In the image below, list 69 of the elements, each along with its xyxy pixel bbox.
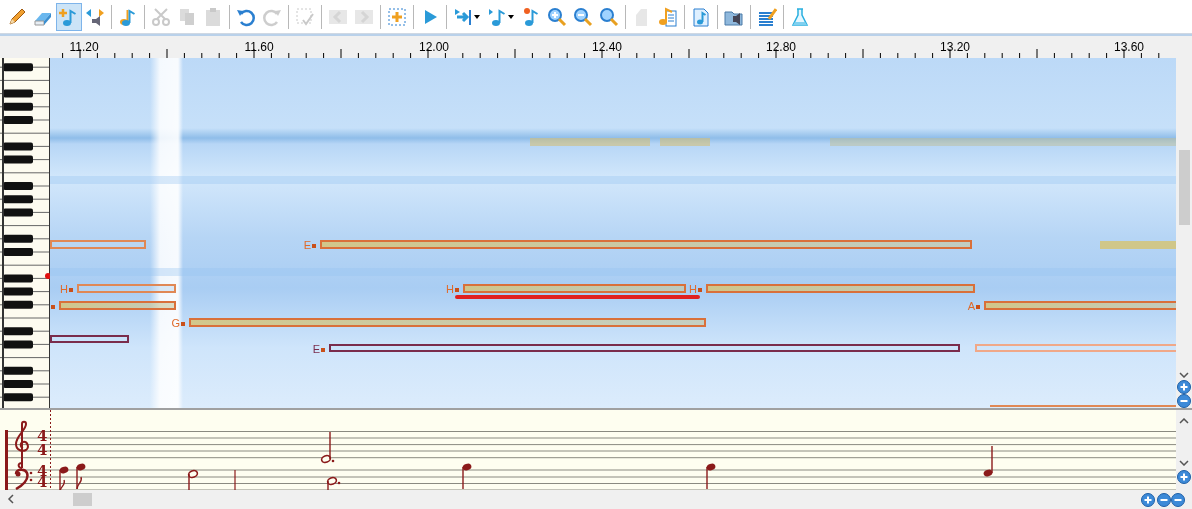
scroll-up-icon[interactable] (1179, 418, 1189, 424)
scissors-icon (151, 6, 171, 27)
note-marker (312, 244, 316, 248)
zoom-reset-icon[interactable] (1171, 493, 1185, 507)
add-note-icon (59, 6, 79, 27)
note-label: E (312, 343, 320, 355)
scroll-down-icon[interactable] (1179, 372, 1189, 378)
music-file-icon (691, 6, 711, 27)
zoom-fit-icon (599, 6, 619, 27)
note-symbol (983, 445, 993, 477)
time-label: 12.80 (766, 39, 796, 56)
zoom-in-icon[interactable] (1141, 493, 1155, 507)
time-label: 11.60 (244, 39, 274, 56)
add-note-button[interactable] (56, 2, 82, 31)
zoom-in-icon[interactable] (1177, 470, 1191, 484)
scroll-down-icon[interactable] (1179, 460, 1189, 466)
pencil-icon (7, 6, 27, 27)
note-document-icon (658, 6, 678, 27)
flask-icon (790, 6, 810, 27)
note-label: H (689, 283, 697, 295)
caret-icon (474, 14, 480, 19)
note-bar[interactable] (50, 335, 129, 343)
list-edit-icon (757, 6, 777, 27)
play-to-icon (454, 6, 474, 27)
time-label: 11.20 (69, 39, 99, 56)
note-symbol (59, 466, 69, 490)
note-marker (69, 288, 73, 292)
note-marker (51, 305, 55, 309)
note-play-icon (488, 6, 508, 27)
treble-clef-icon (15, 420, 29, 469)
note-symbol (320, 431, 335, 464)
note-symbol (76, 463, 86, 490)
note-label: A (967, 300, 975, 312)
bass-clef-icon (14, 468, 33, 490)
pitch-marker (45, 273, 50, 279)
note-label: H (446, 283, 454, 295)
scroll-left-icon[interactable] (7, 494, 15, 504)
note-bar[interactable] (329, 344, 960, 352)
note-label: H (60, 283, 68, 295)
note-marker (181, 322, 185, 326)
clipboard-icon (203, 6, 223, 27)
energy-band (660, 138, 710, 146)
scrollbar-thumb[interactable] (73, 493, 92, 506)
zoom-out-icon[interactable] (1157, 493, 1171, 507)
bar-line (234, 469, 236, 490)
zoom-in-icon (547, 6, 567, 27)
caret-icon (508, 14, 514, 19)
time-label: 12.00 (419, 39, 449, 56)
note-symbol (706, 463, 716, 490)
note-marker (976, 305, 980, 309)
add-box-icon (387, 6, 407, 27)
time-label: 13.20 (940, 39, 970, 56)
check-box-icon (295, 6, 315, 27)
scrollbar-thumb[interactable] (1179, 150, 1190, 225)
time-label: 13.60 (1114, 39, 1144, 56)
note-marker (455, 288, 459, 292)
note-label: G (171, 317, 180, 329)
time-label: 12.40 (592, 39, 622, 56)
note-marker (698, 288, 702, 292)
zoom-out-icon (573, 6, 593, 27)
note-label: E (303, 239, 311, 251)
copy-icon (177, 6, 197, 27)
zoom-out-icon[interactable] (1177, 394, 1191, 408)
zoom-in-icon[interactable] (1177, 380, 1191, 394)
note-record-icon (521, 6, 541, 27)
note-marker (321, 348, 325, 352)
note-symbol (462, 463, 472, 490)
system-bracket (5, 430, 8, 490)
speaker-arrows-icon (85, 6, 105, 27)
